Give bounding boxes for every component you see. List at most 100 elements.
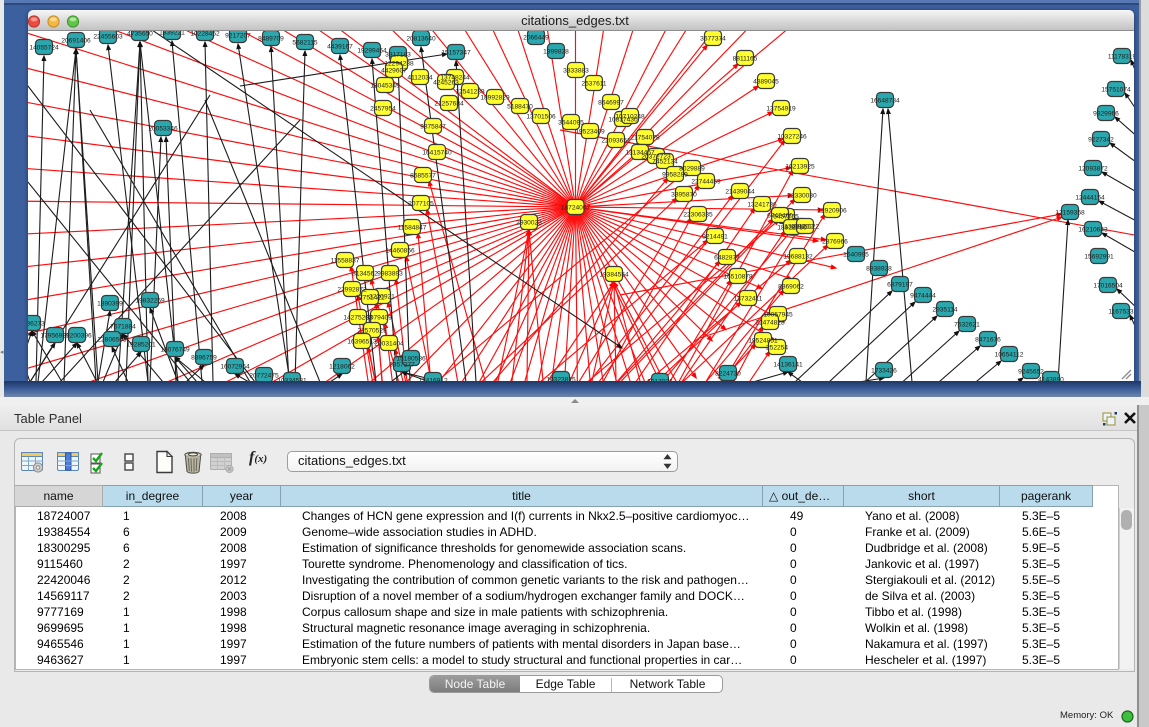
svg-text:11178319: 11178319 [1108, 53, 1134, 60]
svg-text:8134562: 8134562 [352, 270, 378, 277]
svg-text:3333883: 3333883 [563, 67, 589, 74]
svg-text:1167533: 1167533 [1108, 308, 1134, 315]
svg-text:12920906: 12920906 [817, 207, 847, 214]
svg-text:4112034: 4112034 [407, 74, 433, 81]
svg-text:11558837: 11558837 [331, 257, 360, 264]
svg-text:20031404: 20031404 [374, 340, 404, 347]
svg-text:15751074: 15751074 [1101, 86, 1131, 93]
svg-text:10327246: 10327246 [777, 133, 807, 140]
svg-text:1733426: 1733426 [871, 367, 897, 374]
svg-text:4439167: 4439167 [327, 43, 353, 50]
svg-text:4735650: 4735650 [127, 31, 153, 37]
svg-text:2930023: 2930023 [516, 219, 542, 226]
svg-text:17751421: 17751421 [355, 294, 385, 301]
svg-text:1218062: 1218062 [329, 363, 355, 370]
svg-text:6357277: 6357277 [389, 361, 415, 368]
svg-text:1999828: 1999828 [543, 48, 569, 55]
svg-text:8369062: 8369062 [778, 283, 804, 290]
svg-text:22330030: 22330030 [787, 192, 817, 199]
svg-text:3644095: 3644095 [558, 119, 584, 126]
svg-text:21257684: 21257684 [434, 100, 464, 107]
svg-text:4389045: 4389045 [753, 78, 779, 85]
svg-text:2457954: 2457954 [370, 105, 396, 112]
svg-text:10057945: 10057945 [763, 311, 793, 318]
svg-text:15157347: 15157347 [441, 49, 471, 56]
svg-text:18724007: 18724007 [561, 204, 591, 211]
svg-text:22992872: 22992872 [337, 286, 367, 293]
svg-text:8336273: 8336273 [28, 320, 45, 327]
svg-text:16648784: 16648784 [870, 97, 900, 104]
svg-text:14136141: 14136141 [773, 361, 803, 368]
svg-text:21200396: 21200396 [62, 332, 92, 339]
svg-text:22093651: 22093651 [601, 137, 631, 144]
svg-text:7632621: 7632621 [954, 321, 980, 328]
svg-text:10228452: 10228452 [190, 31, 220, 37]
svg-text:21439044: 21439044 [725, 188, 755, 195]
svg-text:6879197: 6879197 [887, 281, 913, 288]
svg-text:12093872: 12093872 [1078, 165, 1108, 172]
svg-text:3917183: 3917183 [385, 51, 411, 58]
svg-text:8646997: 8646997 [598, 99, 624, 106]
svg-text:5188470: 5188470 [507, 103, 533, 110]
svg-text:10654112: 10654112 [995, 351, 1024, 358]
svg-text:4245263: 4245263 [433, 79, 459, 86]
svg-text:8224730: 8224730 [715, 370, 741, 377]
svg-text:20053346: 20053346 [148, 125, 178, 132]
svg-text:15692991: 15692991 [1084, 253, 1114, 260]
svg-text:16213925: 16213925 [785, 163, 815, 170]
svg-text:19285201: 19285201 [126, 341, 156, 348]
svg-text:9474444: 9474444 [910, 292, 936, 299]
svg-text:8938928: 8938928 [866, 265, 892, 272]
svg-text:9958289: 9958289 [662, 171, 688, 178]
svg-text:20813640: 20813640 [406, 35, 436, 42]
svg-text:14460856: 14460856 [385, 247, 415, 254]
svg-text:15076749: 15076749 [160, 346, 190, 353]
svg-text:8396759: 8396759 [191, 354, 217, 361]
svg-text:5682115: 5682115 [292, 39, 318, 46]
svg-text:13241736: 13241736 [747, 201, 777, 208]
svg-text:2935114: 2935114 [932, 306, 958, 313]
svg-text:11881122: 11881122 [791, 223, 820, 230]
svg-text:16415740: 16415740 [422, 149, 452, 156]
svg-text:9245652: 9245652 [1018, 368, 1044, 375]
svg-text:7452134: 7452134 [652, 158, 678, 165]
svg-text:13701506: 13701506 [526, 113, 556, 120]
svg-text:14055724: 14055724 [29, 44, 59, 51]
svg-text:9214491: 9214491 [702, 233, 728, 240]
svg-text:2537611: 2537611 [581, 80, 607, 87]
svg-text:22570529: 22570529 [357, 327, 387, 334]
svg-text:19832259: 19832259 [135, 297, 165, 304]
svg-text:11584847: 11584847 [398, 224, 427, 231]
svg-text:21754078: 21754078 [630, 134, 660, 141]
svg-text:12159358: 12159358 [1055, 209, 1085, 216]
svg-text:19523409: 19523409 [575, 128, 605, 135]
svg-text:9217207: 9217207 [225, 32, 251, 39]
svg-text:8811165: 8811165 [733, 55, 758, 62]
svg-text:3395870: 3395870 [671, 191, 697, 198]
svg-text:252254: 252254 [766, 344, 788, 351]
svg-text:2077105: 2077105 [408, 200, 434, 207]
svg-text:13732411: 13732411 [734, 295, 763, 302]
svg-text:13045349: 13045349 [370, 82, 400, 89]
svg-text:3677374: 3677374 [700, 35, 726, 42]
svg-text:19524851: 19524851 [748, 337, 778, 344]
svg-text:1640995: 1640995 [843, 251, 869, 258]
svg-text:7671884: 7671884 [110, 323, 136, 330]
svg-text:16072954: 16072954 [220, 363, 250, 370]
svg-text:22474828: 22474828 [755, 319, 785, 326]
svg-text:16510878: 16510878 [723, 273, 753, 280]
svg-text:19299464: 19299464 [357, 47, 387, 54]
svg-text:16396513: 16396513 [347, 338, 377, 345]
svg-text:17016504: 17016504 [1093, 282, 1123, 289]
svg-text:22306335: 22306335 [683, 211, 713, 218]
svg-text:8685577: 8685577 [410, 172, 436, 179]
svg-text:16210643: 16210643 [1078, 226, 1108, 233]
svg-text:8471676: 8471676 [975, 336, 1001, 343]
svg-text:13754919: 13754919 [766, 105, 796, 112]
svg-text:9227342: 9227342 [1088, 136, 1114, 143]
svg-text:22455603: 22455603 [93, 33, 123, 40]
svg-text:9875847: 9875847 [420, 123, 446, 130]
svg-text:6482877: 6482877 [714, 254, 740, 261]
svg-text:14275203: 14275203 [343, 314, 373, 321]
svg-text:4429607: 4429607 [381, 67, 407, 74]
